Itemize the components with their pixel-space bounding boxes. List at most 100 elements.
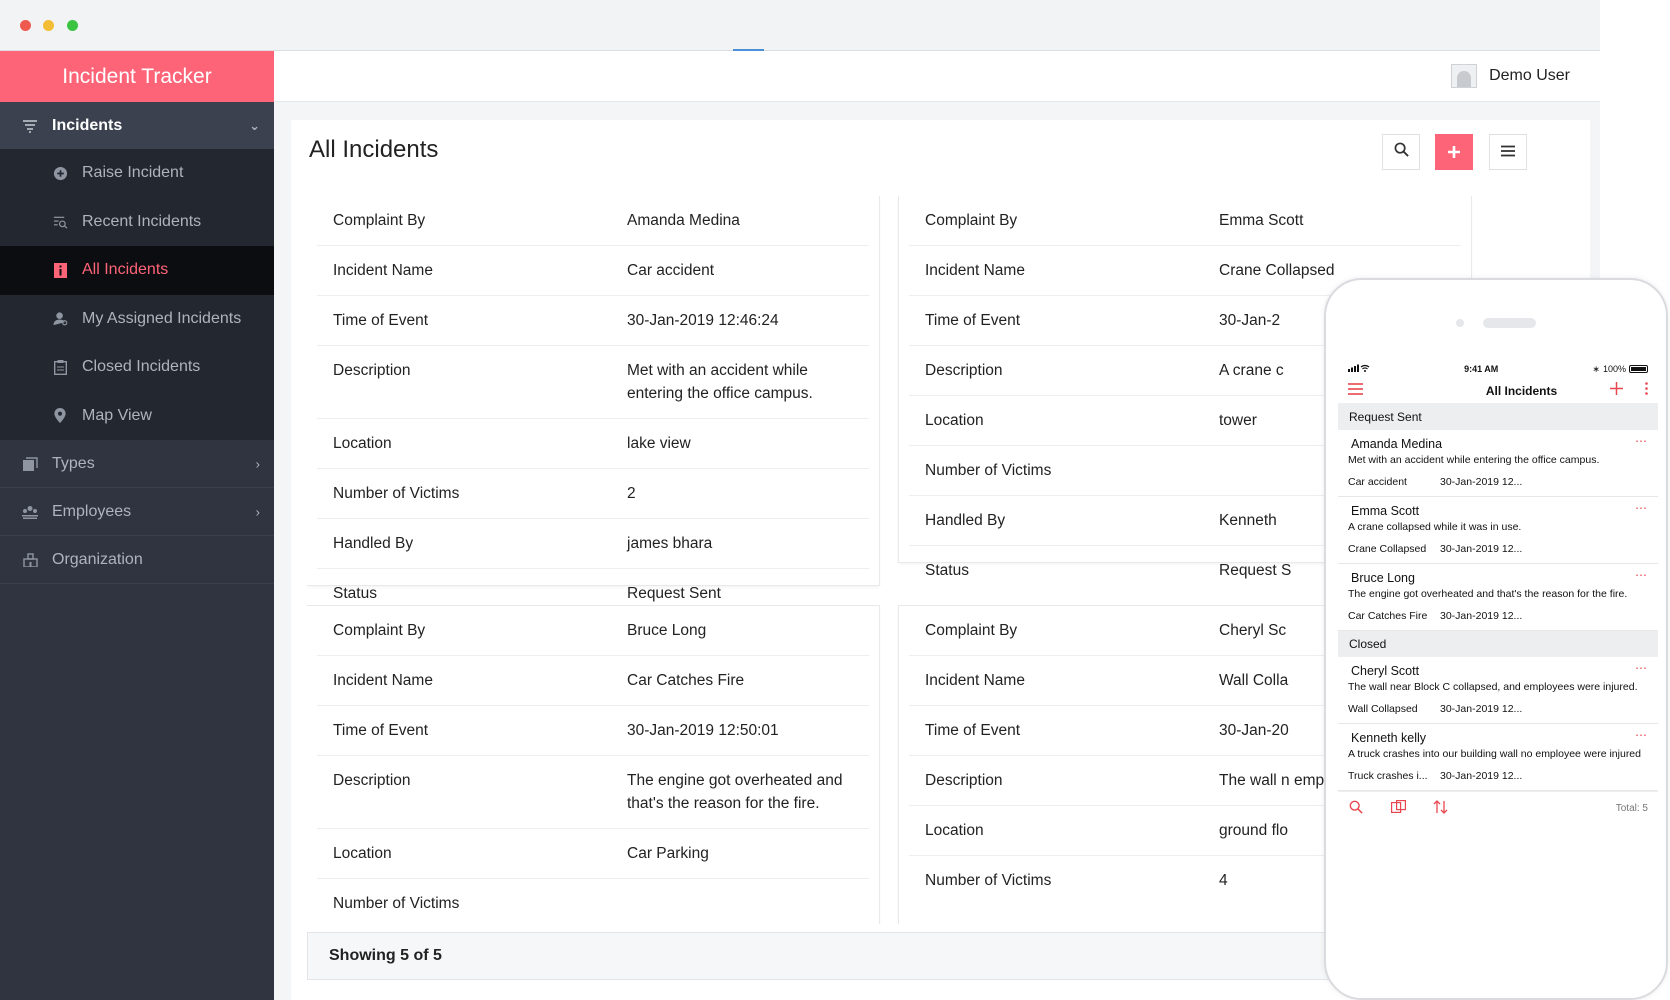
mobile-item-time: 30-Jan-2019 12...: [1440, 770, 1523, 782]
field-label: Complaint By: [333, 212, 426, 229]
mobile-item-time: 30-Jan-2019 12...: [1440, 476, 1523, 488]
minimize-window-button[interactable]: [43, 20, 54, 31]
mobile-item-name: Bruce Long: [1351, 571, 1415, 585]
field-label: Description: [925, 772, 1003, 789]
brand-logo[interactable]: Incident Tracker: [0, 51, 274, 102]
battery-status: ∗ 100%: [1592, 364, 1648, 375]
field-value: 2: [627, 485, 636, 502]
mobile-list-item[interactable]: Emma Scott ⋯ A crane collapsed while it …: [1338, 497, 1658, 564]
sidebar-item-organization[interactable]: Organization: [0, 536, 274, 584]
mobile-hamburger-icon[interactable]: [1348, 382, 1363, 400]
phone-mockup: 9:41 AM ∗ 100% All Incidents Request Sen…: [1324, 278, 1668, 1000]
sidebar-item-employees[interactable]: Employees ›: [0, 488, 274, 536]
mobile-list-item[interactable]: Kenneth kelly ⋯ A truck crashes into our…: [1338, 724, 1658, 791]
menu-button[interactable]: [1489, 134, 1527, 170]
mobile-item-desc: The engine got overheated and that's the…: [1348, 588, 1628, 600]
field-label: Status: [333, 585, 377, 602]
sidebar-item-label: Types: [52, 454, 95, 472]
page-title: All Incidents: [309, 136, 439, 163]
mobile-item-desc: A crane collapsed while it was in use.: [1348, 521, 1522, 533]
field-label: Description: [333, 772, 411, 789]
field-value: Car Catches Fire: [627, 672, 745, 689]
field-value: Request Sent: [627, 585, 721, 602]
sidebar-item-label: All Incidents: [82, 261, 169, 279]
mobile-add-icon[interactable]: [1610, 381, 1623, 400]
field-row: Time of Event 30-Jan-2019 12:50:01: [317, 706, 869, 756]
chevron-right-icon: ›: [255, 456, 260, 471]
sidebar-group-label: Incidents: [52, 116, 123, 134]
mobile-bottom-bar: Total: 5: [1338, 791, 1658, 825]
top-header: Demo User: [274, 51, 1600, 102]
field-label: Handled By: [333, 535, 414, 552]
mobile-screen: 9:41 AM ∗ 100% All Incidents Request Sen…: [1338, 360, 1658, 998]
layers-icon: [22, 456, 38, 472]
mobile-filter-icon[interactable]: [1390, 800, 1406, 817]
mobile-item-name: Emma Scott: [1351, 504, 1420, 518]
field-label: Location: [333, 435, 392, 452]
mobile-list-item[interactable]: Amanda Medina ⋯ Met with an accident whi…: [1338, 430, 1658, 497]
mobile-item-name: Cheryl Scott: [1351, 664, 1420, 678]
field-value: james bhara: [627, 535, 713, 552]
field-row: Number of Victims 2: [317, 469, 869, 519]
mobile-item-desc: Met with an accident while entering the …: [1348, 454, 1600, 466]
mobile-title: All Incidents: [1485, 383, 1558, 398]
sidebar-item-types[interactable]: Types ›: [0, 440, 274, 488]
mobile-item-name: Amanda Medina: [1351, 437, 1443, 451]
mobile-item-desc: A truck crashes into our building wall n…: [1348, 748, 1641, 760]
more-options-icon[interactable]: ⋯: [1635, 501, 1648, 515]
sidebar-item-closed-incidents[interactable]: Closed Incidents: [0, 343, 274, 392]
field-row: Description The engine got overheated and…: [317, 756, 869, 829]
sidebar-submenu: Raise Incident Recent Incidents All Inci…: [0, 149, 274, 440]
field-value: Amanda Medina: [627, 212, 740, 229]
field-label: Number of Victims: [333, 485, 460, 502]
sidebar-group-incidents[interactable]: Incidents ⌄: [0, 102, 274, 149]
field-label: Incident Name: [333, 262, 433, 279]
mobile-sort-icon[interactable]: [1432, 799, 1448, 818]
mobile-search-icon[interactable]: [1348, 800, 1364, 818]
phone-speaker: [1483, 318, 1536, 328]
mobile-item-incident: Crane Collapsed: [1348, 543, 1427, 555]
field-value: Car Parking: [627, 845, 709, 862]
field-value: Met with an accident while entering the …: [627, 362, 813, 402]
search-button[interactable]: [1382, 134, 1420, 170]
user-icon: [52, 311, 68, 327]
mobile-more-icon[interactable]: [1645, 381, 1648, 400]
sidebar-item-label: My Assigned Incidents: [82, 309, 242, 327]
mobile-total-count: Total: 5: [1615, 803, 1648, 814]
battery-icon: [1628, 365, 1648, 373]
mobile-item-time: 30-Jan-2019 12...: [1440, 703, 1523, 715]
building-icon: [22, 552, 38, 568]
mobile-item-incident: Car Catches Fire: [1348, 610, 1428, 622]
more-options-icon[interactable]: ⋯: [1635, 568, 1648, 582]
sidebar-item-label: Raise Incident: [82, 164, 184, 182]
maximize-window-button[interactable]: [67, 20, 78, 31]
field-row: Description Met with an accident while en…: [317, 346, 869, 419]
field-label: Description: [333, 362, 411, 379]
field-label: Time of Event: [925, 312, 1021, 329]
field-value: Car accident: [627, 262, 715, 279]
add-incident-button[interactable]: [1435, 134, 1473, 170]
sidebar-item-all-incidents[interactable]: All Incidents: [0, 246, 274, 295]
sidebar-item-raise-incident[interactable]: Raise Incident: [0, 149, 274, 198]
more-options-icon[interactable]: ⋯: [1635, 661, 1648, 675]
close-window-button[interactable]: [20, 20, 31, 31]
field-label: Incident Name: [925, 262, 1025, 279]
window-titlebar: [0, 0, 1600, 51]
field-label: Time of Event: [333, 722, 429, 739]
more-options-icon[interactable]: ⋯: [1635, 728, 1648, 742]
clipboard-icon: [52, 359, 68, 375]
employees-icon: [22, 504, 38, 520]
more-options-icon[interactable]: ⋯: [1635, 434, 1648, 448]
sidebar-item-map-view[interactable]: Map View: [0, 392, 274, 441]
mobile-list-item[interactable]: Cheryl Scott ⋯ The wall near Block C col…: [1338, 657, 1658, 724]
sidebar-item-my-assigned-incidents[interactable]: My Assigned Incidents: [0, 295, 274, 344]
user-menu[interactable]: Demo User: [1451, 64, 1570, 88]
sidebar-item-recent-incidents[interactable]: Recent Incidents: [0, 198, 274, 247]
mobile-item-name: Kenneth kelly: [1351, 731, 1427, 745]
mobile-list-item[interactable]: Bruce Long ⋯ The engine got overheated a…: [1338, 564, 1658, 631]
plus-circle-icon: [52, 165, 68, 181]
incident-card[interactable]: Complaint By Bruce Long Incident Name Car …: [307, 606, 879, 924]
field-label: Location: [333, 845, 392, 862]
incident-card[interactable]: Complaint By Amanda Medina Incident Name C…: [307, 196, 879, 602]
field-row: Complaint By Emma Scott: [909, 196, 1461, 246]
